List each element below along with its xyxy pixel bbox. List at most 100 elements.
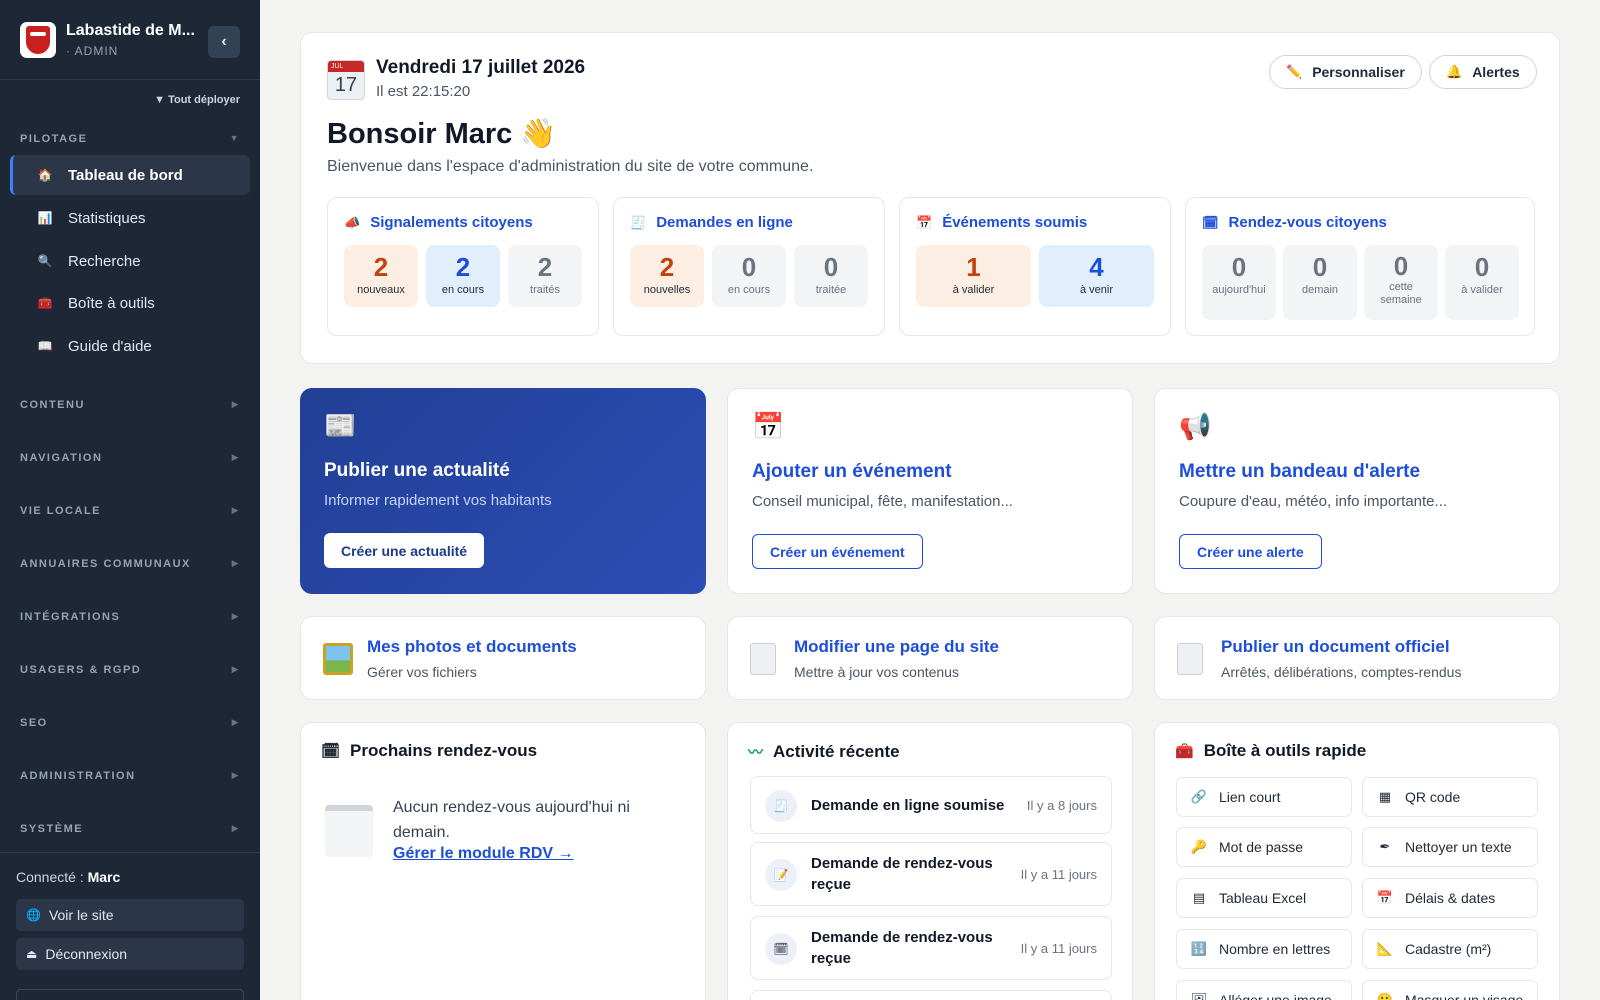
sidebar: Labastide de M... · ADMIN ‹ ▼ Tout déplo… bbox=[0, 0, 260, 1000]
shortcut-media[interactable]: Mes photos et documents Gérer vos fichie… bbox=[300, 616, 706, 700]
loudspeaker-icon: 📢 bbox=[1179, 411, 1212, 441]
stat-label: demain bbox=[1301, 284, 1339, 296]
stat-title[interactable]: 📅 Événements soumis bbox=[916, 214, 1087, 231]
tool-qr-code[interactable]: ▦ QR code bbox=[1362, 777, 1538, 817]
sidebar-item-dashboard[interactable]: 🏠 Tableau de bord bbox=[10, 155, 250, 195]
sidebar-item-toolbox[interactable]: 🧰 Boîte à outils bbox=[10, 283, 250, 323]
calendar-pad-icon: 🗓 bbox=[1202, 214, 1219, 230]
stat-tile[interactable]: 2 en cours bbox=[426, 245, 500, 307]
tool-compress-image[interactable]: 🖼 Alléger une image bbox=[1176, 980, 1352, 1000]
tool-clean-text[interactable]: ✒ Nettoyer un texte bbox=[1362, 827, 1538, 867]
tool-deadlines-dates[interactable]: 📅 Délais & dates bbox=[1362, 878, 1538, 918]
nav-group-annuaires[interactable]: ANNUAIRES COMMUNAUX ▶ bbox=[20, 558, 240, 570]
stat-label: traités bbox=[530, 284, 560, 296]
nav-group-seo[interactable]: SEO ▶ bbox=[20, 717, 240, 729]
ruler-icon: 📐 bbox=[1376, 941, 1394, 956]
stat-tile[interactable]: 0 cette semaine bbox=[1364, 245, 1438, 320]
chevron-left-icon: ‹ bbox=[221, 33, 227, 50]
tool-blur-face[interactable]: 🙂 Masquer un visage bbox=[1362, 980, 1538, 1000]
nav-group-integrations[interactable]: INTÉGRATIONS ▶ bbox=[20, 611, 240, 623]
stat-title[interactable]: 🧾 Demandes en ligne bbox=[630, 214, 793, 231]
stat-title[interactable]: 📣 Signalements citoyens bbox=[344, 214, 533, 231]
create-alert-button[interactable]: Créer une alerte bbox=[1179, 534, 1322, 569]
logout-button[interactable]: ⏏ Déconnexion bbox=[16, 938, 244, 970]
stat-card-submitted-events[interactable]: 📅 Événements soumis 1 à valider 4 à venir bbox=[899, 197, 1171, 336]
megaphone-icon: 📣 bbox=[344, 214, 361, 230]
stat-card-online-requests[interactable]: 🧾 Demandes en ligne 2 nouvelles 0 en cours … bbox=[613, 197, 885, 336]
pencil-icon: ✏️ bbox=[1286, 64, 1303, 79]
stat-label: aujourd'hui bbox=[1212, 284, 1266, 296]
stat-tile[interactable]: 2 nouveaux bbox=[344, 245, 418, 307]
receipt-icon: 🧾 bbox=[630, 214, 647, 230]
nav-group-administration[interactable]: ADMINISTRATION ▶ bbox=[20, 770, 240, 782]
nav-group-label: SYSTÈME bbox=[20, 823, 84, 835]
nav-group-pilotage[interactable]: PILOTAGE ▼ bbox=[20, 133, 240, 145]
panel-title: 🗓 Prochains rendez-vous bbox=[321, 741, 537, 761]
stat-label: traitée bbox=[815, 284, 847, 296]
activity-item[interactable] bbox=[750, 990, 1112, 1000]
expand-all-toggle[interactable]: ▼ Tout déployer bbox=[154, 94, 240, 106]
document-icon bbox=[1177, 643, 1203, 675]
activity-item[interactable]: 🧾 Demande en ligne soumise Il y a 8 jours bbox=[750, 776, 1112, 834]
face-icon: 🙂 bbox=[1376, 992, 1394, 1000]
chevron-right-icon: ▶ bbox=[231, 611, 240, 621]
calendar-icon: 📅 bbox=[752, 411, 785, 441]
shortcut-edit-page[interactable]: Modifier une page du site Mettre à jour … bbox=[727, 616, 1133, 700]
stat-tile[interactable]: 0 demain bbox=[1283, 245, 1357, 320]
chevron-right-icon: ▶ bbox=[231, 664, 240, 674]
stat-title[interactable]: 🗓 Rendez-vous citoyens bbox=[1202, 214, 1387, 231]
sidebar-item-help-guide[interactable]: 📖 Guide d'aide bbox=[10, 326, 250, 366]
chevron-right-icon: ▶ bbox=[231, 399, 240, 409]
customize-button[interactable]: ✏️ Personnaliser bbox=[1269, 55, 1422, 89]
alerts-button[interactable]: 🔔 Alertes bbox=[1429, 55, 1537, 89]
tool-label: Masquer un visage bbox=[1405, 992, 1524, 1000]
stat-tile[interactable]: 2 traités bbox=[508, 245, 582, 307]
chevron-right-icon: ▶ bbox=[231, 823, 240, 833]
shortcut-title: Mes photos et documents bbox=[367, 637, 577, 656]
activity-item[interactable]: 🗓 Demande de rendez-vous reçue Il y a 11 j… bbox=[750, 916, 1112, 980]
sidebar-item-statistics[interactable]: 📊 Statistiques bbox=[10, 198, 250, 238]
shortcut-title: Modifier une page du site bbox=[794, 637, 999, 656]
stat-label: en cours bbox=[727, 284, 771, 296]
action-subtitle: Informer rapidement vos habitants bbox=[324, 492, 552, 509]
stat-label: à venir bbox=[1079, 284, 1114, 296]
stat-tile[interactable]: 1 à valider bbox=[916, 245, 1031, 307]
stat-tile[interactable]: 0 à valider bbox=[1445, 245, 1519, 320]
shortcut-official-document[interactable]: Publier un document officiel Arrêtés, dé… bbox=[1154, 616, 1560, 700]
panel-title: 🧰 Boîte à outils rapide bbox=[1175, 741, 1366, 761]
create-event-button[interactable]: Créer un événement bbox=[752, 534, 923, 569]
shortcut-title: Publier un document officiel bbox=[1221, 637, 1450, 656]
manage-rdv-link[interactable]: Gérer le module RDV → bbox=[393, 845, 574, 863]
stat-card-reports[interactable]: 📣 Signalements citoyens 2 nouveaux 2 en cou… bbox=[327, 197, 599, 336]
activity-item[interactable]: 📝 Demande de rendez-vous reçue Il y a 11 j… bbox=[750, 842, 1112, 906]
view-site-button[interactable]: 🌐 Voir le site bbox=[16, 899, 244, 931]
bell-icon: 🔔 bbox=[1446, 64, 1463, 79]
chevron-right-icon: ▶ bbox=[231, 558, 240, 568]
nav-group-contenu[interactable]: CONTENU ▶ bbox=[20, 399, 240, 411]
tool-cadastre[interactable]: 📐 Cadastre (m²) bbox=[1362, 929, 1538, 969]
tool-password[interactable]: 🔑 Mot de passe bbox=[1176, 827, 1352, 867]
tool-number-in-words[interactable]: 🔢 Nombre en lettres bbox=[1176, 929, 1352, 969]
nav-group-usagers-rgpd[interactable]: USAGERS & RGPD ▶ bbox=[20, 664, 240, 676]
create-news-button[interactable]: Créer une actualité bbox=[324, 533, 485, 568]
site-name: Labastide de M... bbox=[66, 21, 195, 39]
stat-tile[interactable]: 0 en cours bbox=[712, 245, 786, 307]
stat-card-appointments[interactable]: 🗓 Rendez-vous citoyens 0 aujourd'hui 0 dema… bbox=[1185, 197, 1535, 336]
sidebar-footer-extra bbox=[16, 989, 244, 1000]
stat-tile[interactable]: 0 traitée bbox=[794, 245, 868, 307]
nav-group-systeme[interactable]: SYSTÈME ▶ bbox=[20, 823, 240, 835]
tool-excel-table[interactable]: ▤ Tableau Excel bbox=[1176, 878, 1352, 918]
stat-tile[interactable]: 2 nouvelles bbox=[630, 245, 704, 307]
toolbox-icon: 🧰 bbox=[1175, 743, 1194, 760]
home-icon: 🏠 bbox=[37, 168, 53, 182]
stat-tile[interactable]: 4 à venir bbox=[1039, 245, 1154, 307]
tool-short-link[interactable]: 🔗 Lien court bbox=[1176, 777, 1352, 817]
stat-tile[interactable]: 0 aujourd'hui bbox=[1202, 245, 1276, 320]
nav-group-vie-locale[interactable]: VIE LOCALE ▶ bbox=[20, 505, 240, 517]
collapse-sidebar-button[interactable]: ‹ bbox=[208, 26, 240, 58]
stat-label: à valider bbox=[1461, 284, 1503, 296]
sidebar-item-search[interactable]: 🔍 Recherche bbox=[10, 241, 250, 281]
nav-group-navigation[interactable]: NAVIGATION ▶ bbox=[20, 452, 240, 464]
sidebar-footer: Connecté : Marc 🌐 Voir le site ⏏ Déconnexi… bbox=[0, 852, 260, 1000]
tool-label: Alléger une image bbox=[1219, 992, 1332, 1000]
